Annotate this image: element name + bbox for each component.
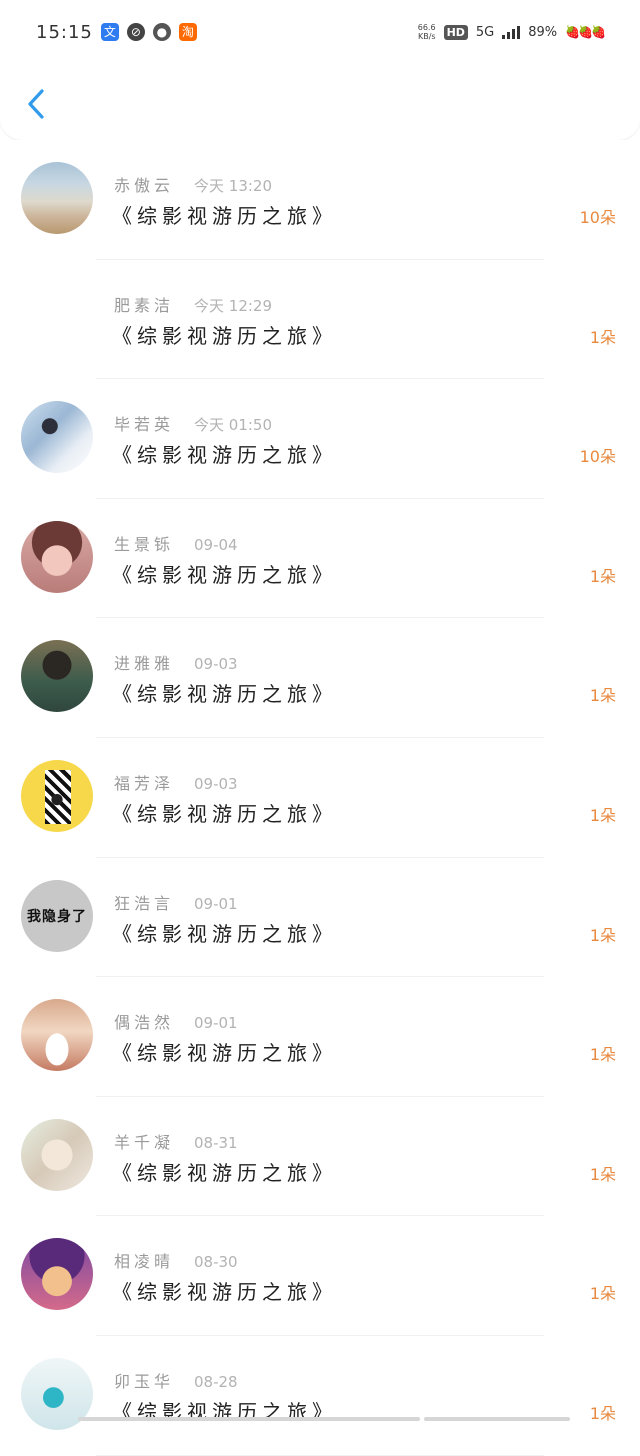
name-line: 羊千凝 08-31 (114, 1129, 238, 1153)
timestamp: 09-01 (194, 1014, 238, 1033)
network-type: 5G (475, 24, 495, 40)
taobao-icon: 淘 (178, 23, 197, 41)
hd-badge: HD (443, 24, 468, 40)
name-line: 福芳泽 09-03 (114, 770, 238, 794)
name-line: 生景铄 09-04 (114, 531, 238, 555)
book-title[interactable]: 《综影视游历之旅》 (112, 1157, 337, 1186)
list-item[interactable]: 偶浩然 09-01 《综影视游历之旅》 1朵 (0, 977, 640, 1097)
avatar[interactable] (21, 640, 93, 713)
book-title[interactable]: 《综影视游历之旅》 (112, 559, 337, 588)
name-line: 肥素洁 今天 12:29 (114, 292, 272, 316)
signal-icon (502, 25, 521, 39)
name-line: 赤傲云 今天 13:20 (114, 172, 272, 196)
avatar[interactable] (21, 520, 93, 593)
top-header (0, 64, 640, 140)
name-line: 毕若英 今天 01:50 (114, 411, 272, 435)
user-name[interactable]: 福芳泽 (114, 770, 174, 794)
timestamp: 今天 01:50 (194, 416, 273, 435)
gift-list: 赤傲云 今天 13:20 《综影视游历之旅》 10朵 肥素洁 今天 12:29 《综影视游历… (0, 140, 640, 1456)
flower-count: 1朵 (589, 925, 616, 945)
status-time: 15:15 (36, 21, 93, 43)
message-icon: ● (152, 23, 171, 41)
book-title[interactable]: 《综影视游历之旅》 (112, 1276, 337, 1305)
link-icon: ⊘ (126, 23, 145, 41)
scroll-indicator (0, 1417, 640, 1421)
baidu-translate-icon: 文 (100, 23, 119, 41)
flower-count: 10朵 (579, 447, 616, 467)
list-item[interactable]: 毕若英 今天 01:50 《综影视游历之旅》 10朵 (0, 379, 640, 499)
flower-count: 1朵 (589, 327, 616, 347)
scroll-segment-right (424, 1417, 570, 1421)
timestamp: 08-30 (194, 1253, 238, 1272)
book-title[interactable]: 《综影视游历之旅》 (112, 678, 337, 707)
network-speed-value: 66.6 (417, 23, 436, 32)
user-name[interactable]: 相凌晴 (114, 1248, 174, 1272)
timestamp: 08-28 (194, 1372, 238, 1391)
status-left: 15:15 文 ⊘ ● 淘 (36, 22, 197, 43)
user-name[interactable]: 进雅雅 (114, 650, 174, 674)
name-line: 卯玉华 08-28 (114, 1368, 238, 1392)
book-title[interactable]: 《综影视游历之旅》 (112, 798, 337, 827)
name-line: 偶浩然 09-01 (114, 1009, 238, 1033)
user-name[interactable]: 羊千凝 (114, 1129, 174, 1153)
book-title[interactable]: 《综影视游历之旅》 (112, 320, 337, 349)
list-item[interactable]: 肥素洁 今天 12:29 《综影视游历之旅》 1朵 (0, 260, 640, 380)
user-name[interactable]: 偶浩然 (114, 1009, 174, 1033)
list-item[interactable]: 羊千凝 08-31 《综影视游历之旅》 1朵 (0, 1097, 640, 1217)
battery-percent: 89% (528, 24, 558, 40)
list-item[interactable]: 卯玉华 08-28 《综影视游历之旅》 1朵 (0, 1336, 640, 1456)
battery-icon: 🍓🍓🍓 (565, 25, 606, 39)
status-bar: 15:15 文 ⊘ ● 淘 66.6 KB/s HD 5G 89% 🍓🍓🍓 (0, 0, 640, 64)
chevron-left-icon (28, 89, 44, 119)
list-item[interactable]: 赤傲云 今天 13:20 《综影视游历之旅》 10朵 (0, 140, 640, 260)
timestamp: 09-04 (194, 535, 238, 554)
timestamp: 08-31 (194, 1133, 238, 1152)
avatar[interactable] (21, 1118, 93, 1191)
flower-count: 10朵 (579, 208, 616, 227)
name-line: 狂浩言 09-01 (114, 890, 238, 914)
flower-count: 1朵 (589, 805, 616, 825)
flower-count: 1朵 (589, 566, 616, 586)
list-item[interactable]: 相凌晴 08-30 《综影视游历之旅》 1朵 (0, 1216, 640, 1336)
avatar[interactable] (21, 162, 93, 234)
user-name[interactable]: 毕若英 (114, 411, 174, 435)
list-item[interactable]: 福芳泽 09-03 《综影视游历之旅》 1朵 (0, 738, 640, 858)
network-speed-unit: KB/s (417, 32, 436, 41)
flower-count: 1朵 (589, 1284, 616, 1304)
avatar[interactable] (21, 282, 93, 354)
timestamp: 09-03 (194, 774, 238, 793)
book-title[interactable]: 《综影视游历之旅》 (112, 1037, 337, 1066)
user-name[interactable]: 狂浩言 (114, 890, 174, 914)
timestamp: 今天 12:29 (194, 296, 273, 315)
avatar-text: 我隐身了 (27, 908, 87, 925)
book-title[interactable]: 《综影视游历之旅》 (112, 439, 337, 468)
book-title[interactable]: 《综影视游历之旅》 (112, 918, 337, 947)
avatar[interactable] (21, 401, 93, 474)
user-name[interactable]: 生景铄 (114, 531, 174, 555)
timestamp: 09-03 (194, 655, 238, 674)
avatar[interactable] (21, 759, 93, 832)
user-name[interactable]: 赤傲云 (114, 172, 174, 196)
user-name[interactable]: 肥素洁 (114, 292, 174, 316)
back-button[interactable] (18, 84, 54, 124)
avatar[interactable]: 我隐身了 (21, 879, 93, 952)
timestamp: 今天 13:20 (194, 177, 273, 195)
timestamp: 09-01 (194, 894, 238, 913)
divider (96, 1454, 544, 1456)
scroll-segment-left (78, 1417, 420, 1421)
list-item[interactable]: 我隐身了 狂浩言 09-01 《综影视游历之旅》 1朵 (0, 858, 640, 978)
status-right: 66.6 KB/s HD 5G 89% 🍓🍓🍓 (418, 23, 606, 41)
user-name[interactable]: 卯玉华 (114, 1368, 174, 1392)
network-speed: 66.6 KB/s (418, 23, 436, 41)
list-item[interactable]: 生景铄 09-04 《综影视游历之旅》 1朵 (0, 499, 640, 619)
list-item[interactable]: 进雅雅 09-03 《综影视游历之旅》 1朵 (0, 618, 640, 738)
name-line: 相凌晴 08-30 (114, 1248, 238, 1272)
flower-count: 1朵 (589, 1164, 616, 1184)
avatar[interactable] (21, 999, 93, 1072)
name-line: 进雅雅 09-03 (114, 650, 238, 674)
book-title[interactable]: 《综影视游历之旅》 (112, 200, 337, 229)
avatar[interactable] (21, 1238, 93, 1311)
flower-count: 1朵 (589, 1045, 616, 1065)
flower-count: 1朵 (589, 686, 616, 706)
